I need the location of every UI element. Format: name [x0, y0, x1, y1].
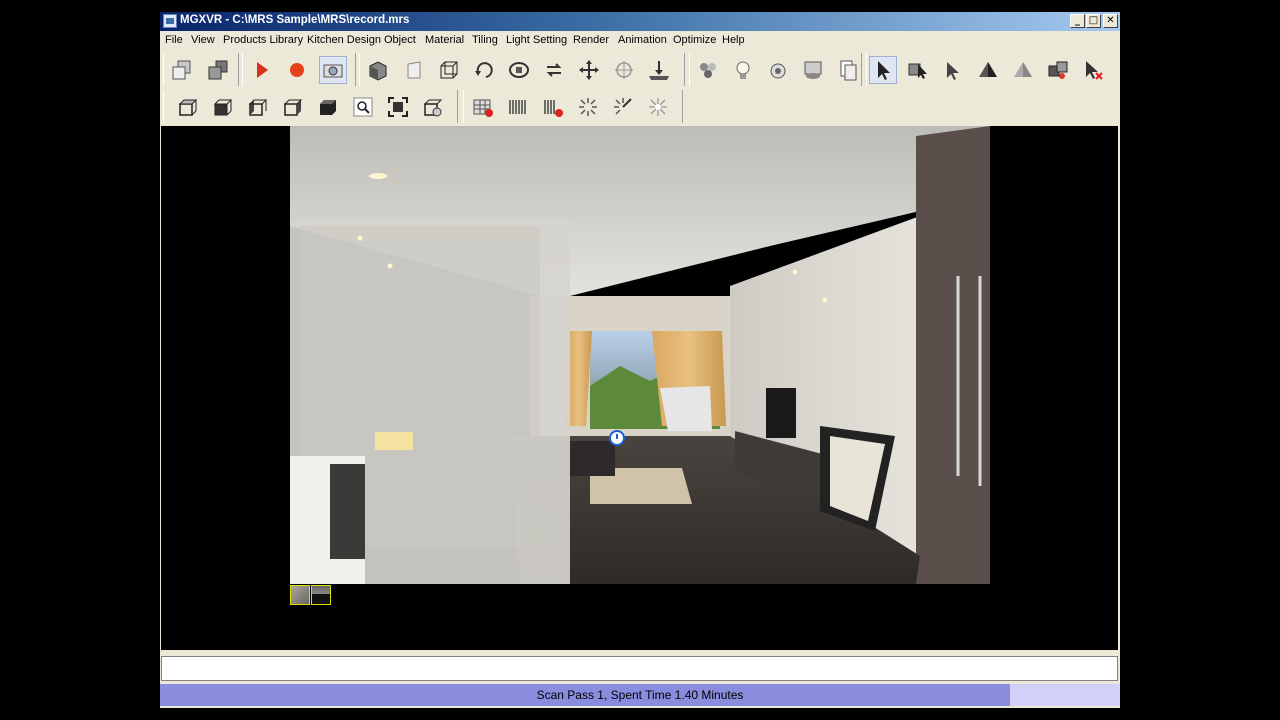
menu-object[interactable]: Object [384, 34, 416, 46]
view-toolbar [160, 88, 1120, 125]
zoom-icon[interactable] [349, 93, 377, 121]
monitor-eye-icon[interactable] [799, 56, 827, 84]
sparkle-icon[interactable] [644, 93, 672, 121]
toolbar-group [163, 90, 458, 123]
view-options-icon[interactable] [419, 93, 447, 121]
rotate-icon[interactable] [470, 56, 498, 84]
title-bar[interactable]: MGXVR - C:\MRS Sample\MRS\record.mrs _ □… [160, 12, 1120, 31]
menu-material[interactable]: Material [425, 34, 464, 46]
pyramid-dark-icon[interactable] [974, 56, 1002, 84]
render-viewport[interactable] [161, 126, 1118, 650]
select-arrow-icon[interactable] [869, 56, 897, 84]
view-front-icon[interactable] [209, 93, 237, 121]
maximize-button[interactable]: □ [1086, 14, 1101, 28]
view-left-icon[interactable] [244, 93, 272, 121]
menu-view[interactable]: View [191, 34, 215, 46]
minimize-button[interactable]: _ [1070, 14, 1085, 28]
ground-icon[interactable] [645, 56, 673, 84]
close-button[interactable]: ✕ [1103, 14, 1118, 28]
busy-cursor-icon [609, 430, 625, 446]
select-cursor-icon[interactable] [939, 56, 967, 84]
camera-icon[interactable] [319, 56, 347, 84]
panel-icon[interactable] [400, 56, 428, 84]
menu-animation[interactable]: Animation [618, 34, 667, 46]
menu-bar: File View Products Library Kitchen Desig… [160, 31, 1120, 51]
sunburst-arrow-icon[interactable] [609, 93, 637, 121]
display-icon[interactable] [834, 56, 862, 84]
menu-render[interactable]: Render [573, 34, 609, 46]
toolbar-group [689, 53, 862, 86]
spotlight-icon[interactable] [764, 56, 792, 84]
copy-boxes-icon[interactable] [168, 56, 196, 84]
barcode-icon[interactable] [504, 93, 532, 121]
move-icon[interactable] [575, 56, 603, 84]
menu-file[interactable]: File [165, 34, 183, 46]
status-text: Scan Pass 1, Spent Time 1.40 Minutes [536, 688, 744, 702]
refresh-icon[interactable] [540, 56, 568, 84]
menu-optimize[interactable]: Optimize [673, 34, 716, 46]
gray-box-icon[interactable] [204, 56, 232, 84]
command-input[interactable] [161, 656, 1118, 681]
target-icon[interactable] [610, 56, 638, 84]
pyramid-light-icon[interactable] [1009, 56, 1037, 84]
zoom-extents-icon[interactable] [384, 93, 412, 121]
sunburst-icon[interactable] [574, 93, 602, 121]
cube-shaded-icon[interactable] [364, 56, 392, 84]
toolbar-group [866, 53, 1120, 86]
delete-cursor-icon[interactable] [1079, 56, 1107, 84]
view-perspective-icon[interactable] [314, 93, 342, 121]
main-toolbar [160, 51, 1120, 88]
view-top-icon[interactable] [174, 93, 202, 121]
view-right-icon[interactable] [279, 93, 307, 121]
render-thumbnail-2[interactable] [311, 585, 331, 605]
spheres-icon[interactable] [694, 56, 722, 84]
window-title: MGXVR - C:\MRS Sample\MRS\record.mrs [180, 14, 410, 26]
orbit-icon[interactable] [505, 56, 533, 84]
menu-help[interactable]: Help [722, 34, 745, 46]
menu-products-library[interactable]: Products Library [223, 34, 303, 46]
light-bulb-icon[interactable] [729, 56, 757, 84]
record-icon[interactable] [283, 56, 311, 84]
multi-box-icon[interactable] [1044, 56, 1072, 84]
select-box-icon[interactable] [904, 56, 932, 84]
menu-light-setting[interactable]: Light Setting [506, 34, 567, 46]
app-icon[interactable] [163, 14, 177, 28]
room-render-image [290, 126, 990, 584]
toolbar-group [242, 53, 356, 86]
wireframe-cube-icon[interactable] [435, 56, 463, 84]
render-thumbnail-1[interactable] [290, 585, 310, 605]
status-bar: Scan Pass 1, Spent Time 1.40 Minutes [160, 684, 1120, 706]
play-icon[interactable] [247, 56, 275, 84]
toolbar-group [163, 53, 239, 86]
menu-tiling[interactable]: Tiling [472, 34, 498, 46]
grid-delete-icon[interactable] [469, 93, 497, 121]
barcode-delete-icon[interactable] [539, 93, 567, 121]
menu-kitchen-design[interactable]: Kitchen Design [307, 34, 381, 46]
app-window: MGXVR - C:\MRS Sample\MRS\record.mrs _ □… [160, 12, 1120, 708]
toolbar-group [359, 53, 685, 86]
toolbar-group [463, 90, 683, 123]
